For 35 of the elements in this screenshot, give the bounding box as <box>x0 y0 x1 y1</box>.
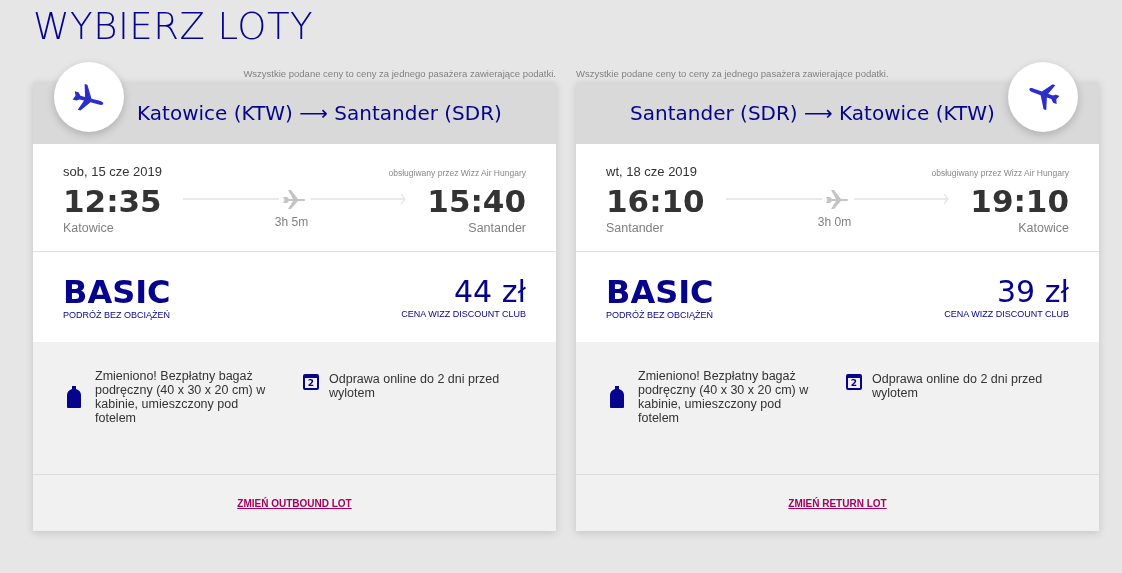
arrival-time: 19:10 <box>970 183 1069 219</box>
page-title: WYBIERZ LOTY <box>33 4 315 50</box>
feature-text: Zmieniono! Bezpłatny bagaż podręczny (40 x 30 x 20 cm) w kabinie, umieszczony pod fotelem <box>95 369 267 425</box>
fare-subtitle: PODRÓŻ BEZ OBCIĄŻEŃ <box>606 310 714 320</box>
flight-duration: 3h 0m <box>817 215 852 229</box>
departure-city: Katowice <box>63 221 115 235</box>
fare-price: 39 zł <box>997 275 1069 309</box>
price-note: Wszystkie podane ceny to ceny za jednego pasażera zawierające podatki. <box>576 67 889 79</box>
fare-price: 44 zł <box>454 275 526 309</box>
departure-time: 16:10 <box>606 183 705 219</box>
change-flight-link[interactable]: ZMIEŃ RETURN LOT <box>788 497 887 509</box>
departure-city: Santander <box>606 221 665 235</box>
change-flight-link[interactable]: ZMIEŃ OUTBOUND LOT <box>237 497 352 509</box>
feature-text: Zmieniono! Bezpłatny bagaż podręczny (40 x 30 x 20 cm) w kabinie, umieszczony pod fotelem <box>638 369 810 425</box>
arrival-city: Katowice <box>1018 221 1069 235</box>
fare-name: BASIC <box>63 274 171 310</box>
flight-date: sob, 15 cze 2019 <box>63 164 163 179</box>
arrival-time: 15:40 <box>427 183 526 219</box>
route-title: Santander (SDR) ⟶ Katowice (KTW) <box>630 101 995 125</box>
calendar-icon: 2 <box>303 374 319 390</box>
fare-name: BASIC <box>606 274 714 310</box>
price-note: Wszystkie podane ceny to ceny za jednego pasażera zawierające podatki. <box>243 67 556 79</box>
calendar-icon: 2 <box>846 374 862 390</box>
flight-date: wt, 18 cze 2019 <box>606 164 698 179</box>
flight-duration: 3h 5m <box>274 215 309 229</box>
price-caption: CENA WIZZ DISCOUNT CLUB <box>401 309 526 319</box>
price-caption: CENA WIZZ DISCOUNT CLUB <box>944 309 1069 319</box>
operator-note: obsługiwany przez Wizz Air Hungary <box>931 168 1069 178</box>
arrival-city: Santander <box>468 221 526 235</box>
feature-text: Odprawa online do 2 dni przed wylotem <box>329 372 501 400</box>
departure-time: 12:35 <box>63 183 162 219</box>
route-title: Katowice (KTW) ⟶ Santander (SDR) <box>137 101 502 125</box>
operator-note: obsługiwany przez Wizz Air Hungary <box>388 168 526 178</box>
feature-text: Odprawa online do 2 dni przed wylotem <box>872 372 1044 400</box>
fare-subtitle: PODRÓŻ BEZ OBCIĄŻEŃ <box>63 310 171 320</box>
